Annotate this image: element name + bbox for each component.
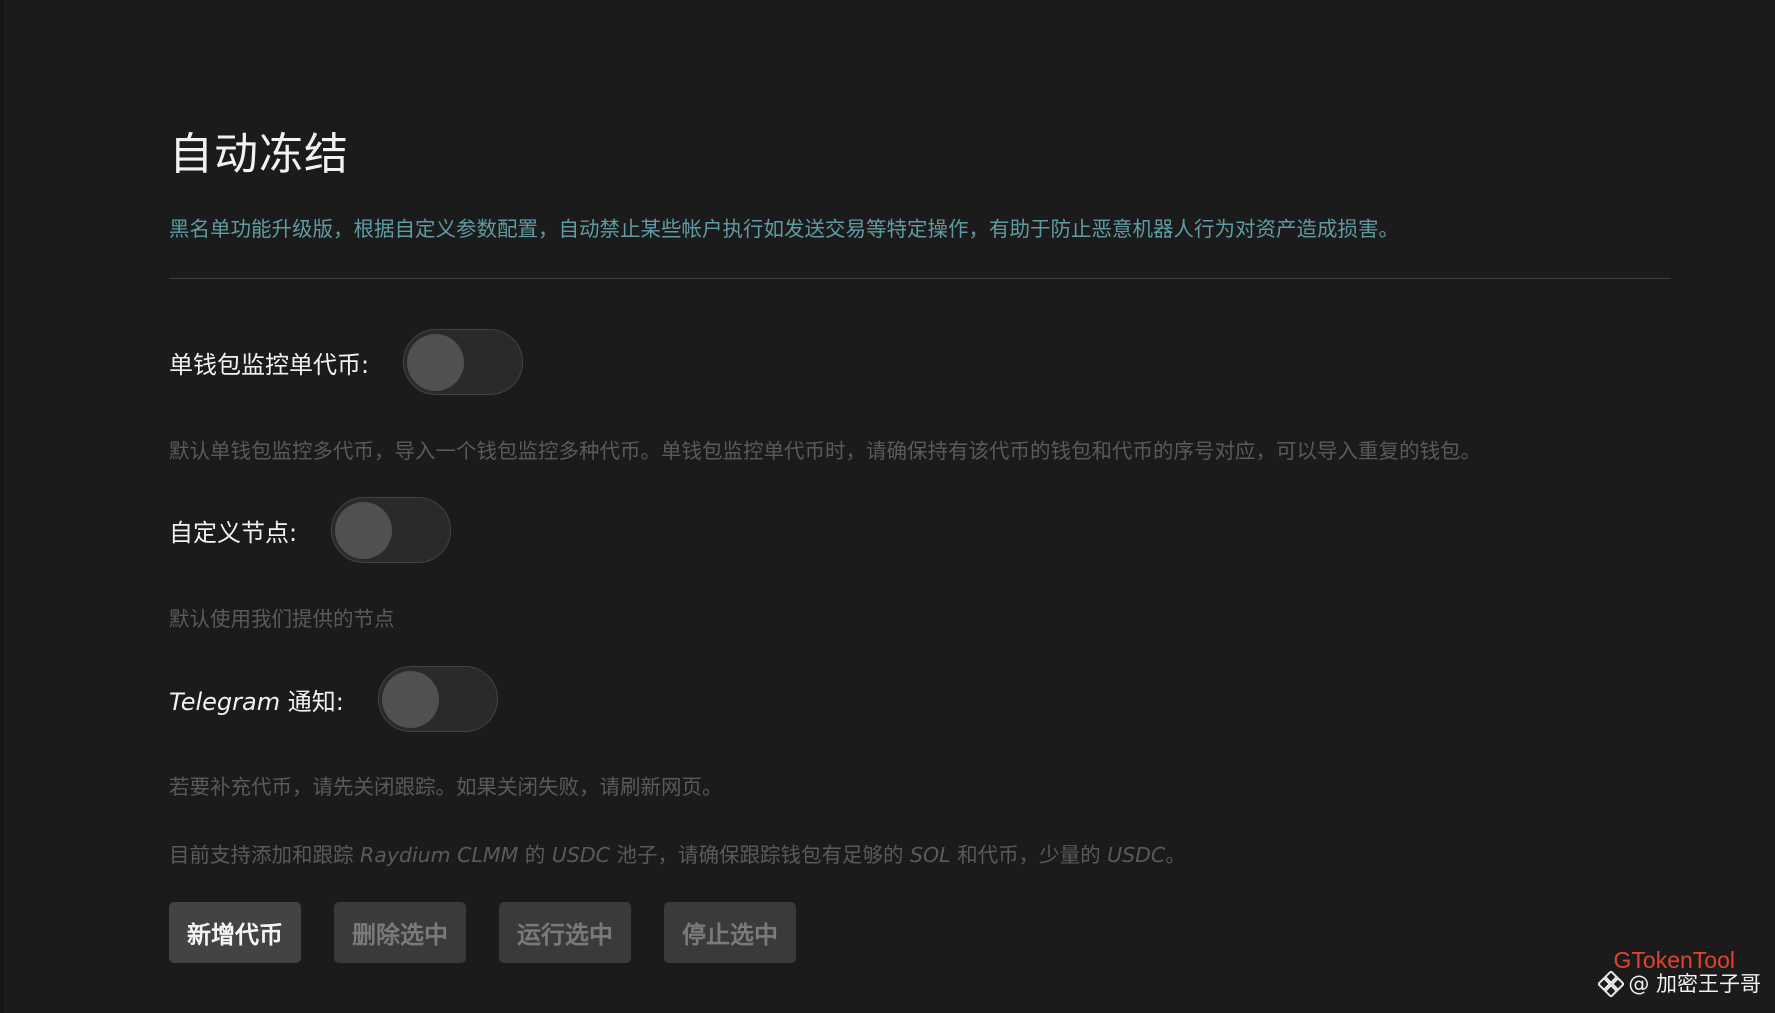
setting-row-single-wallet: 单钱包监控单代币: xyxy=(169,328,524,396)
page: 自动冻结 黑名单功能升级版，根据自定义参数配置，自动禁止某些帐户执行如发送交易等… xyxy=(0,0,1775,1013)
watermark-author-text: @ 加密王子哥 xyxy=(1628,972,1761,996)
run-selected-button[interactable]: 运行选中 xyxy=(499,902,631,963)
delete-selected-button[interactable]: 删除选中 xyxy=(334,902,466,963)
watermark-author: @ 加密王子哥 xyxy=(1598,971,1761,997)
toggle-knob xyxy=(335,502,393,559)
support-note-mid2: 池子，请确保跟踪钱包有足够的 xyxy=(609,843,910,867)
setting-label-single-wallet: 单钱包监控单代币: xyxy=(169,350,370,379)
divider xyxy=(169,278,1671,279)
custom-node-toggle[interactable] xyxy=(331,497,452,563)
support-note-mid1: 的 xyxy=(518,843,552,867)
support-note-mid3: 和代币，少量的 xyxy=(950,843,1108,867)
telegram-label-en: Telegram xyxy=(169,687,281,716)
binance-logo-icon xyxy=(1598,971,1625,997)
support-note-pool-token: USDC xyxy=(551,843,610,867)
support-note-suffix: 。 xyxy=(1165,843,1186,867)
watermark-brand: GTokenTool xyxy=(1613,947,1735,973)
setting-label-custom-node: 自定义节点: xyxy=(169,518,298,547)
page-title: 自动冻结 xyxy=(169,129,349,180)
support-note-prefix: 目前支持添加和跟踪 xyxy=(169,843,361,867)
toggle-knob xyxy=(381,671,439,728)
single-wallet-hint: 默认单钱包监控多代币，导入一个钱包监控多种代币。单钱包监控单代币时，请确保持有该… xyxy=(169,439,1481,463)
setting-label-telegram: Telegram 通知: xyxy=(169,682,344,717)
support-note-dex: Raydium CLMM xyxy=(360,843,519,867)
single-wallet-toggle[interactable] xyxy=(403,329,524,395)
support-note-small-token: USDC xyxy=(1107,843,1166,867)
setting-row-telegram: Telegram 通知: xyxy=(169,665,498,733)
support-note-gas-token: SOL xyxy=(909,843,951,867)
stop-selected-button[interactable]: 停止选中 xyxy=(664,902,796,963)
support-note: 目前支持添加和跟踪 Raydium CLMM 的 USDC 池子，请确保跟踪钱包… xyxy=(169,838,1186,868)
watermark: GTokenTool @ 加密王子哥 xyxy=(1598,949,1761,1001)
telegram-label-zh: 通知: xyxy=(280,687,344,716)
setting-row-custom-node: 自定义节点: xyxy=(169,496,452,564)
add-token-button[interactable]: 新增代币 xyxy=(169,902,301,963)
custom-node-hint: 默认使用我们提供的节点 xyxy=(169,607,395,631)
action-buttons: 新增代币 删除选中 运行选中 停止选中 xyxy=(169,902,829,963)
telegram-hint: 若要补充代币，请先关闭跟踪。如果关闭失败，请刷新网页。 xyxy=(169,775,723,799)
toggle-knob xyxy=(407,334,465,391)
telegram-notify-toggle[interactable] xyxy=(377,666,498,732)
page-description: 黑名单功能升级版，根据自定义参数配置，自动禁止某些帐户执行如发送交易等特定操作，… xyxy=(169,217,1399,241)
